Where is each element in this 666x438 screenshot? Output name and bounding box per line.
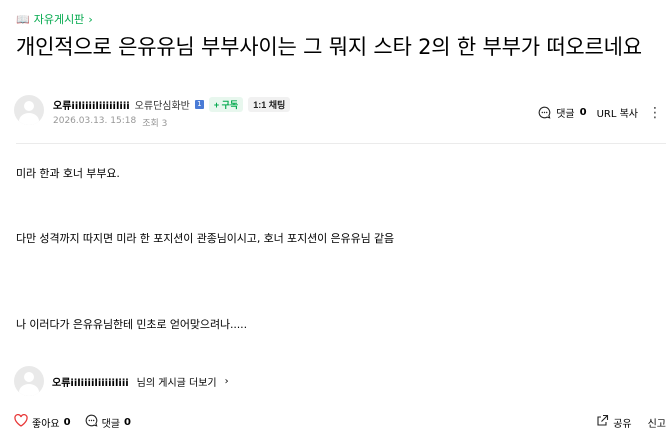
post-author-row: 오류iiliiiiliiiiiliii 오류단심화반 1 + 구독 1:1 채팅… — [14, 95, 666, 129]
level-badge-icon: 1 — [194, 100, 204, 109]
comment-label: 댓글 — [556, 109, 575, 120]
author-more-posts[interactable]: 오류iiliiiiliiiiiliii 님의 게시글 더보기 › — [14, 366, 229, 396]
more-vertical-icon[interactable]: ⋮ — [648, 106, 662, 120]
author-nickname[interactable]: 오류iiliiiiliiiiiliii — [52, 374, 129, 389]
board-link[interactable]: 📖 자유게시판 › — [16, 11, 93, 27]
author-level: 오류단심화반 — [134, 101, 190, 112]
share-button[interactable]: 공유 — [596, 414, 632, 430]
chevron-right-icon: › — [88, 12, 93, 26]
share-icon — [596, 414, 609, 430]
url-copy-button[interactable]: URL 복사 — [597, 105, 638, 120]
post-tools: 댓글 0 URL 복사 ⋮ — [538, 105, 662, 120]
post-meta: 2026.03.13. 15:18 조회 3 — [53, 116, 167, 129]
post-date: 2026.03.13. 15:18 — [53, 116, 137, 126]
more-posts-label[interactable]: 님의 게시글 더보기 — [137, 374, 217, 389]
report-button[interactable]: 신고 — [648, 415, 666, 430]
divider — [16, 143, 666, 144]
chevron-right-icon: › — [224, 375, 229, 387]
like-button[interactable]: 좋아요 0 — [14, 413, 71, 430]
comment-count: 0 — [123, 416, 131, 428]
chat-button[interactable]: 1:1 채팅 — [248, 97, 291, 112]
share-label: 공유 — [613, 418, 632, 430]
comment-toggle[interactable]: 댓글 0 — [538, 105, 587, 120]
book-icon: 📖 — [16, 12, 30, 26]
avatar[interactable] — [14, 95, 44, 125]
body-paragraph: 미라 한과 호너 부부요. — [16, 167, 120, 180]
comment-label: 댓글 — [101, 418, 120, 430]
like-count: 0 — [63, 416, 71, 428]
subscribe-button[interactable]: + 구독 — [208, 97, 244, 112]
post-title: 개인적으로 은유유님 부부사이는 그 뭐지 스타 2의 한 부부가 떠오르네요 — [16, 35, 642, 59]
comment-icon — [538, 106, 551, 119]
body-paragraph: 다만 성격까지 따지면 미라 한 포지션이 관종님이시고, 호너 포지션이 은유… — [16, 232, 395, 245]
bottom-action-bar: 좋아요 0 댓글 0 공유 신고 — [14, 412, 666, 432]
body-paragraph: 나 이러다가 은유유님한테 민초로 얻어맞으려나..... — [16, 318, 247, 331]
like-label: 좋아요 — [32, 418, 60, 430]
comment-icon — [85, 414, 98, 430]
comment-button[interactable]: 댓글 0 — [85, 414, 131, 430]
author-nickname[interactable]: 오류iiliiiiliiiiiliii — [53, 97, 130, 112]
post-views: 조회 3 — [142, 119, 168, 129]
avatar[interactable] — [14, 366, 44, 396]
author-info: 오류iiliiiiliiiiiliii 오류단심화반 1 + 구독 1:1 채팅 — [53, 97, 291, 112]
heart-icon — [14, 413, 28, 430]
board-name: 자유게시판 — [33, 13, 85, 26]
comment-count: 0 — [579, 107, 587, 118]
